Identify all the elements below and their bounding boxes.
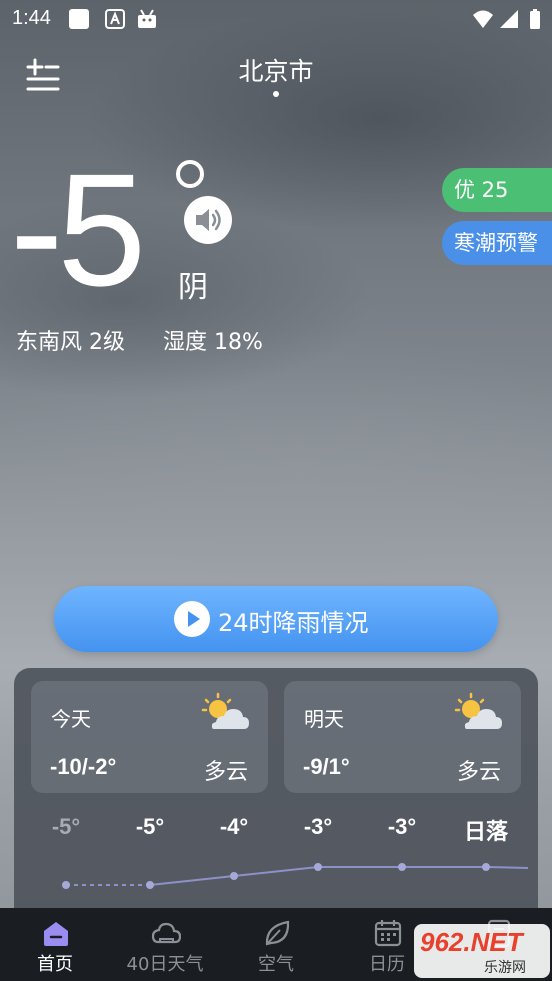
- day-condition: 多云: [203, 760, 248, 785]
- nav-label: 首页: [37, 954, 73, 975]
- speaker-icon: [196, 209, 221, 231]
- nav-label: 40日天气: [126, 954, 204, 975]
- aqi-badge[interactable]: 优 25: [442, 168, 552, 212]
- wifi-icon: [473, 10, 493, 28]
- home-icon: [44, 922, 68, 946]
- city-name[interactable]: 北京市: [0, 52, 552, 88]
- hourly-temp-label: -4°: [219, 814, 249, 839]
- watermark-subtitle: 乐游网: [484, 960, 526, 976]
- hourly-temp-label: -3°: [303, 814, 333, 839]
- temp-curve-segment: [149, 875, 235, 886]
- hourly-temperatures[interactable]: -5° -5° -4° -3° -3° 日落: [14, 810, 538, 850]
- hourly-temp-label: -5°: [51, 814, 81, 839]
- rain-forecast-button[interactable]: 24时降雨情况: [54, 586, 498, 652]
- day-temp-range: -10/-2°: [50, 754, 117, 779]
- nav-item-40day[interactable]: 40日天气: [113, 908, 217, 981]
- watermark-brand: 962.NET: [420, 927, 523, 957]
- forecast-today-card[interactable]: 今天 -10/-2° 多云: [31, 681, 268, 793]
- nav-label: 空气: [258, 954, 294, 975]
- hourly-temp-label: -3°: [387, 814, 417, 839]
- temp-point: [62, 881, 70, 889]
- rain-forecast-label: 24时降雨情况: [218, 609, 369, 637]
- temp-point: [230, 872, 238, 880]
- partly-cloudy-icon: [201, 692, 249, 729]
- temp-curve-segment: [485, 866, 529, 869]
- temp-point: [146, 881, 154, 889]
- day-condition: 多云: [456, 760, 501, 785]
- hourly-temp-curve: [62, 863, 529, 889]
- day-name: 今天: [51, 707, 91, 731]
- site-watermark: 962.NET 乐游网: [414, 924, 550, 978]
- temp-point: [482, 863, 490, 871]
- signal-icon: [500, 10, 518, 28]
- page-indicator-dot: [273, 91, 279, 97]
- weather-condition: 阴: [178, 270, 208, 305]
- calendar-icon: [374, 920, 402, 947]
- temp-point: [398, 863, 406, 871]
- play-icon: [174, 601, 210, 637]
- warning-badge[interactable]: 寒潮预警: [442, 221, 552, 265]
- battery-icon: [530, 9, 540, 29]
- degree-symbol: [176, 160, 204, 188]
- wind-info: 东南风 2级: [16, 330, 125, 355]
- temp-point: [314, 863, 322, 871]
- humidity-info: 湿度 18%: [163, 330, 263, 355]
- temp-curve-segment: [233, 866, 319, 877]
- app-store-icon: [105, 9, 125, 29]
- leaf-icon: [265, 920, 290, 946]
- voice-broadcast-button[interactable]: [184, 196, 232, 244]
- cloud-icon: [151, 922, 181, 944]
- nav-item-air[interactable]: 空气: [224, 908, 328, 981]
- day-temp-range: -9/1°: [303, 754, 350, 779]
- hourly-temp-label: 日落: [463, 819, 509, 844]
- nav-item-home[interactable]: 首页: [3, 908, 107, 981]
- forecast-tomorrow-card[interactable]: 明天 -9/1° 多云: [284, 681, 521, 793]
- notification-square-icon: [69, 9, 89, 29]
- status-bar: 1:44: [0, 0, 552, 38]
- android-icon: [138, 9, 156, 28]
- partly-cloudy-icon: [454, 692, 502, 729]
- day-name: 明天: [304, 707, 344, 731]
- hourly-temp-label: -5°: [135, 814, 165, 839]
- status-time: 1:44: [12, 7, 51, 29]
- current-temperature: -5: [10, 140, 146, 319]
